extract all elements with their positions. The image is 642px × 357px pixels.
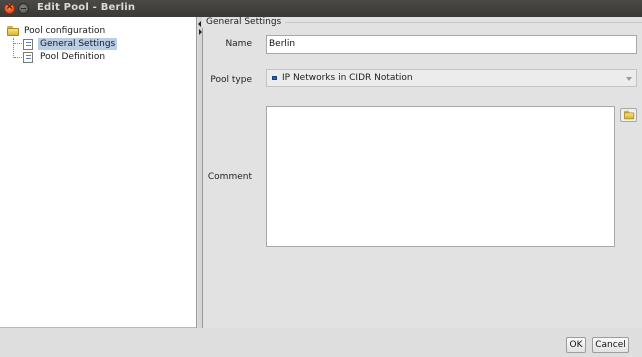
tree-item-label: Pool Definition <box>40 52 106 62</box>
cancel-button[interactable]: Cancel <box>592 337 629 353</box>
ok-button[interactable]: OK <box>566 337 586 353</box>
window-title: Edit Pool - Berlin <box>37 2 136 13</box>
section-divider <box>285 22 642 23</box>
close-window-button[interactable]: × <box>4 2 15 14</box>
tree-item-pool-definition[interactable]: Pool Definition <box>23 51 107 63</box>
pool-type-label: Pool type <box>210 75 252 85</box>
chevron-down-icon <box>626 77 632 81</box>
section-title: General Settings <box>206 17 282 27</box>
collapse-left-icon[interactable] <box>198 21 201 27</box>
open-file-button[interactable] <box>620 108 637 122</box>
folder-icon <box>7 26 20 36</box>
title-bar: × Edit Pool - Berlin <box>0 0 642 17</box>
pool-type-select[interactable]: IP Networks in CIDR Notation <box>266 69 637 87</box>
close-icon: × <box>5 2 14 12</box>
name-field[interactable]: Berlin <box>266 35 637 54</box>
folder-icon <box>623 110 635 120</box>
tree-root-pool-configuration[interactable]: Pool configuration <box>7 25 105 37</box>
comment-field[interactable] <box>266 106 615 247</box>
tree-connector <box>14 57 22 58</box>
tree-root-label: Pool configuration <box>24 26 106 36</box>
network-flag-icon <box>272 76 277 80</box>
pool-type-value: IP Networks in CIDR Notation <box>282 73 413 83</box>
document-icon <box>23 51 33 63</box>
minimize-icon <box>21 8 26 9</box>
minimize-window-button[interactable] <box>18 3 29 14</box>
name-label: Name <box>225 39 252 49</box>
comment-label: Comment <box>207 172 252 182</box>
dialog-button-bar <box>0 328 642 357</box>
